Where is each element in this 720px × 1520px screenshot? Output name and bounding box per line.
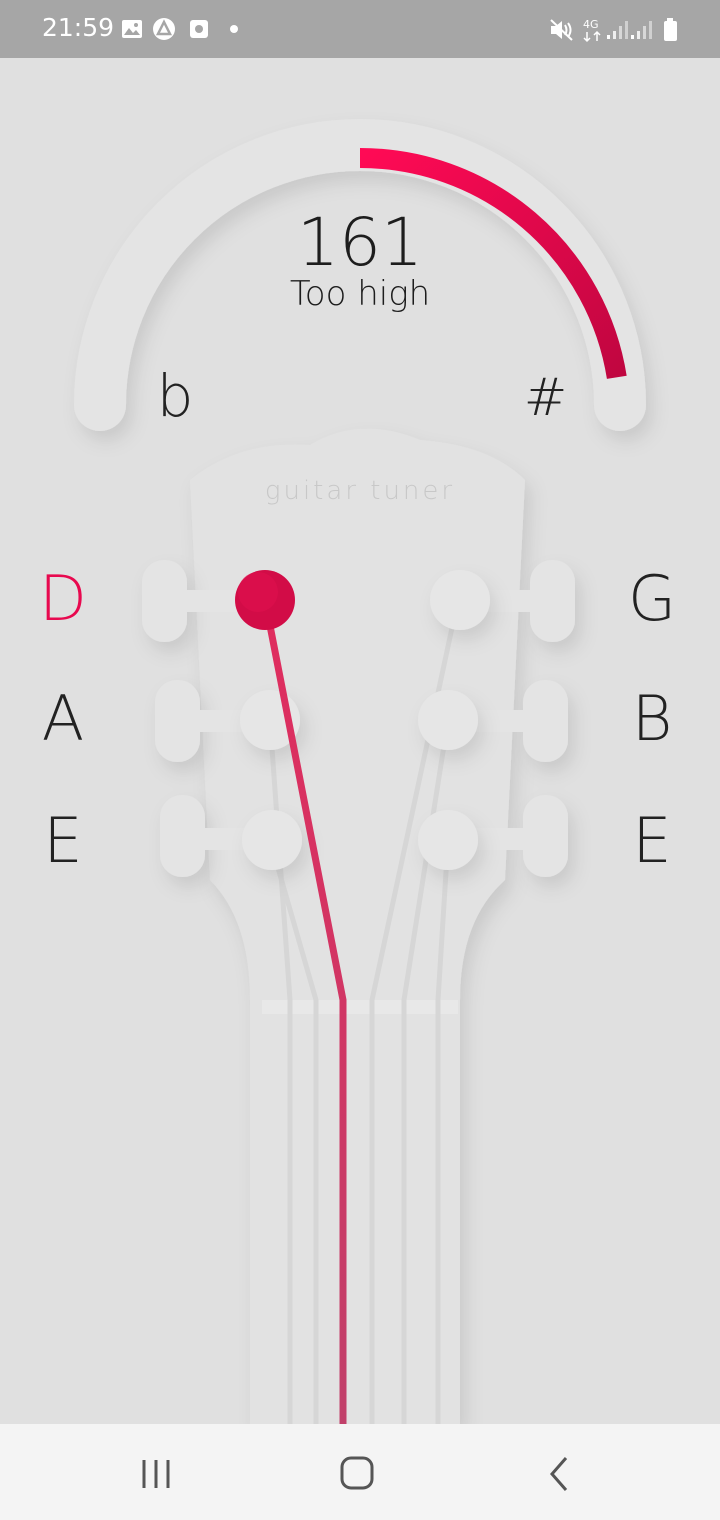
- string-button-d[interactable]: D: [28, 568, 98, 630]
- home-icon[interactable]: [327, 1452, 387, 1496]
- tuner-screen: guitar tuner 161 Too high b # D A E G B …: [0, 58, 720, 1424]
- signal-icon: [607, 21, 628, 39]
- string-button-low-e[interactable]: E: [28, 810, 98, 872]
- string-button-a[interactable]: A: [28, 688, 98, 750]
- flat-symbol: b: [156, 362, 194, 430]
- 4g-icon: 4G: [583, 18, 601, 43]
- status-time: 21:59: [42, 13, 115, 42]
- string-button-b[interactable]: B: [617, 688, 687, 750]
- recent-apps-icon[interactable]: [126, 1452, 186, 1496]
- status-bar: 21:59 4G: [0, 0, 720, 58]
- headstock-logo: guitar tuner: [264, 476, 456, 506]
- media-icon: [190, 20, 208, 38]
- notification-dot-icon: [230, 25, 238, 33]
- back-icon[interactable]: [530, 1452, 590, 1496]
- mute-icon: [550, 19, 573, 41]
- navigation-bar: [0, 1424, 720, 1520]
- network-label: 4G: [583, 18, 599, 31]
- gallery-icon: [122, 20, 142, 38]
- string-button-high-e[interactable]: E: [617, 810, 687, 872]
- frequency-value: 161: [297, 204, 423, 281]
- sharp-symbol: #: [523, 368, 568, 428]
- string-button-g[interactable]: G: [617, 568, 687, 630]
- app-icon: [153, 18, 175, 40]
- signal-icon: [631, 21, 652, 39]
- tuning-status: Too high: [289, 274, 431, 314]
- battery-icon: [664, 18, 677, 41]
